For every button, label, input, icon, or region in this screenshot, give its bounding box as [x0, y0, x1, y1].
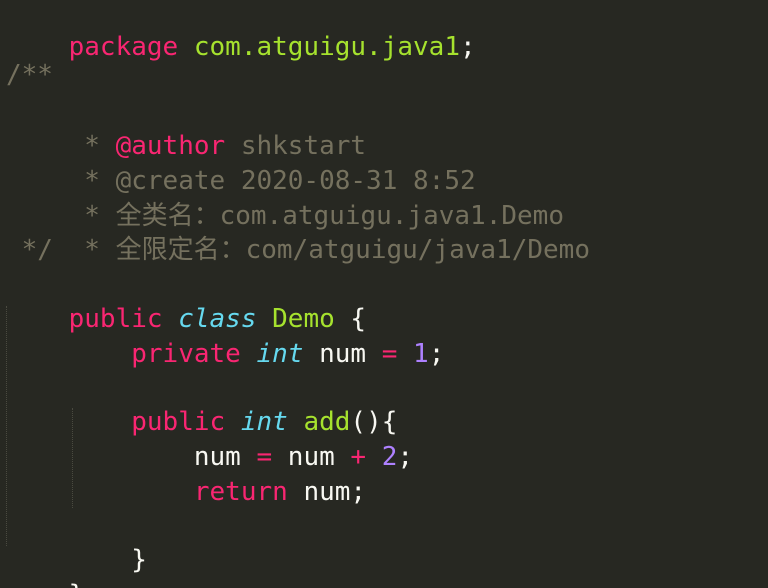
code-line-method-decl: public int add(){: [131, 407, 398, 437]
code-line-return: return num;: [6, 441, 366, 507]
qualified-text: 全限定名：com/atguigu/java1/Demo: [115, 235, 590, 265]
add-value: 2: [381, 442, 398, 472]
code-line-assignment: num = num + 2;: [193, 442, 414, 472]
comment-create-line: * @create 2020-08-31 8:52: [68, 166, 476, 196]
package-name: com.atguigu.java1: [193, 32, 460, 62]
keyword-package: package: [68, 32, 179, 62]
comment-qualified-line: * 全限定名：com/atguigu/java1/Demo: [68, 235, 590, 265]
keyword-int: int: [256, 339, 304, 369]
keyword-return: return: [193, 477, 288, 507]
code-editor[interactable]: package com.atguigu.java1; /** * @author…: [0, 0, 768, 588]
comment-close: */: [6, 235, 53, 265]
code-line-class-close: }: [6, 544, 85, 588]
field-name: num: [319, 339, 367, 369]
field-value: 1: [413, 339, 429, 369]
code-line-method-close: }: [6, 509, 147, 575]
code-line-class-decl: public class Demo {: [6, 268, 366, 334]
assign-operator: =: [381, 339, 398, 369]
code-line-package: package com.atguigu.java1;: [68, 32, 476, 62]
comment-fullname-line: * 全类名：com.atguigu.java1.Demo: [68, 201, 564, 231]
comment-open: /**: [6, 60, 53, 90]
code-line-field: private int num = 1;: [131, 339, 445, 369]
comment-author-line: * @author shkstart: [68, 131, 367, 161]
close-brace: }: [131, 545, 147, 575]
close-brace: }: [69, 580, 85, 588]
keyword-private: private: [131, 339, 241, 369]
return-value: num;: [303, 477, 367, 507]
